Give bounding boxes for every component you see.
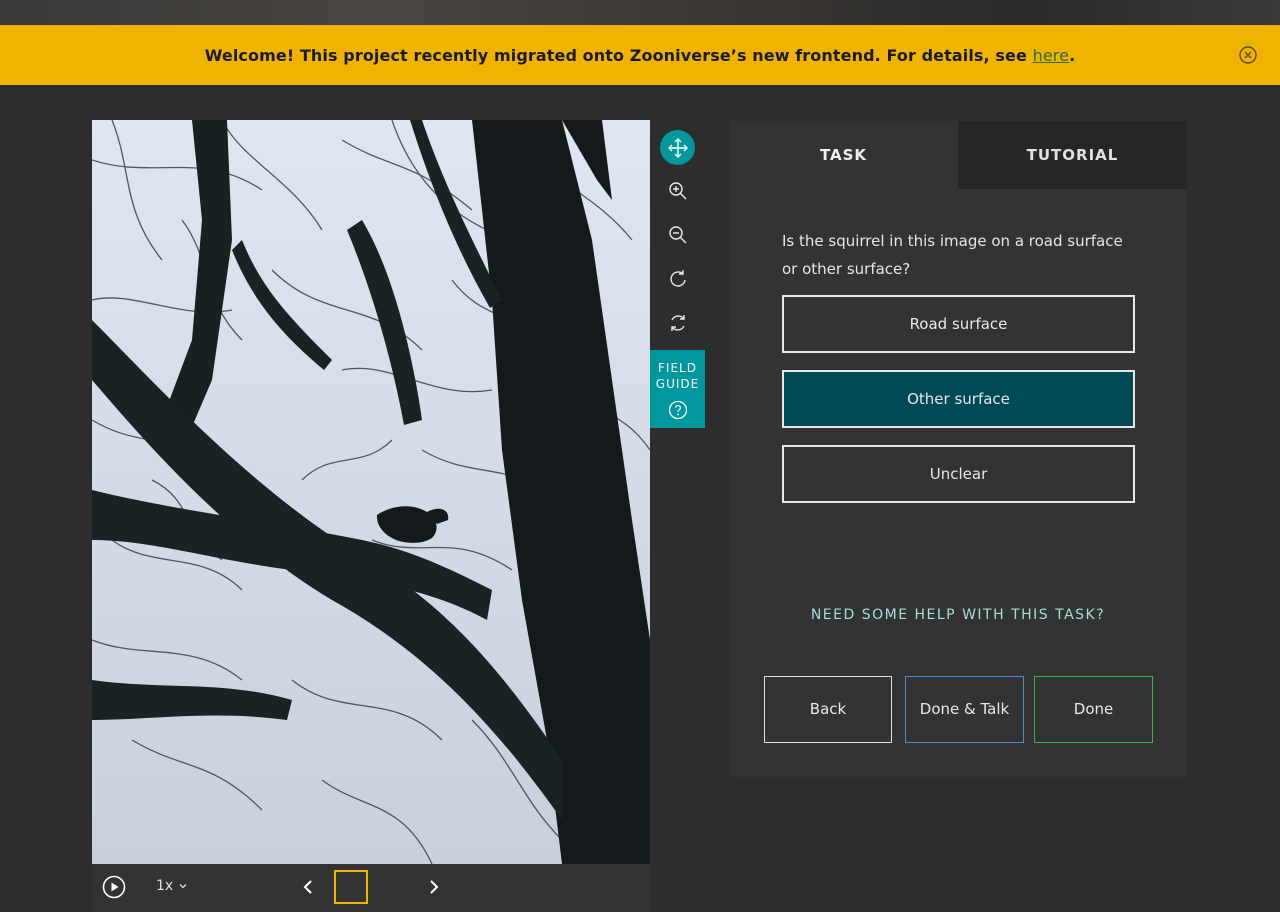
announcement-banner: Welcome! This project recently migrated … (0, 25, 1280, 85)
subject-image[interactable] (92, 120, 650, 864)
answer-road-surface[interactable]: Road surface (782, 295, 1135, 353)
reset-icon (670, 314, 685, 331)
banner-message: Welcome! This project recently migrated … (205, 46, 1076, 65)
playback-speed-value: 1x (156, 878, 174, 894)
play-button[interactable] (102, 875, 126, 899)
banner-close-button[interactable] (1239, 46, 1257, 64)
move-icon (667, 137, 688, 158)
task-tabs: TASK TUTORIAL (729, 121, 1187, 189)
zoom-in-icon (668, 181, 686, 199)
play-icon (102, 875, 126, 899)
zoom-in-button[interactable] (660, 173, 695, 208)
answer-unclear[interactable]: Unclear (782, 445, 1135, 503)
back-button[interactable]: Back (764, 676, 892, 743)
field-guide-label-line1: FIELD (658, 361, 697, 375)
chevron-down-icon (179, 884, 187, 889)
move-tool-button[interactable] (660, 130, 695, 165)
banner-details-link[interactable]: here (1033, 46, 1069, 65)
banner-suffix: . (1069, 45, 1076, 65)
tree-squirrel-photo (92, 120, 650, 864)
done-and-talk-button[interactable]: Done & Talk (905, 676, 1024, 743)
help-circle-icon (668, 400, 687, 420)
zoom-out-button[interactable] (660, 217, 695, 252)
reset-button[interactable] (660, 305, 695, 340)
rotate-icon (669, 269, 686, 287)
chevron-left-icon (303, 880, 312, 894)
chevron-right-icon (430, 880, 439, 894)
zoom-out-icon (668, 225, 686, 243)
previous-frame-button[interactable] (299, 878, 317, 896)
flipbook-controls: 1x (92, 864, 650, 912)
field-guide-button[interactable]: FIELD GUIDE (650, 350, 705, 428)
frame-thumbnail[interactable] (334, 870, 368, 904)
done-button[interactable]: Done (1034, 676, 1153, 743)
page-header-background (0, 0, 1280, 25)
close-circle-icon (1239, 46, 1257, 64)
banner-text: Welcome! This project recently migrated … (204, 45, 1033, 65)
tab-task[interactable]: TASK (729, 121, 958, 189)
field-guide-label-line2: GUIDE (655, 377, 700, 391)
tab-tutorial[interactable]: TUTORIAL (958, 121, 1187, 189)
next-frame-button[interactable] (425, 878, 443, 896)
rotate-button[interactable] (660, 261, 695, 296)
task-help-link[interactable]: NEED SOME HELP WITH THIS TASK? (729, 607, 1187, 623)
task-panel: TASK TUTORIAL Is the squirrel in this im… (729, 121, 1187, 777)
task-question: Is the squirrel in this image on a road … (782, 232, 1123, 278)
answer-other-surface[interactable]: Other surface (782, 370, 1135, 428)
playback-speed-select[interactable]: 1x (156, 878, 188, 894)
